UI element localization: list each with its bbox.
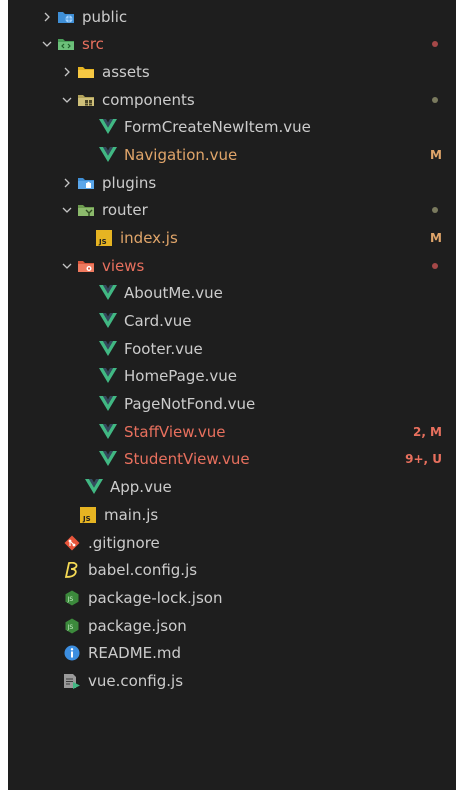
status-dot [432, 96, 438, 103]
tree-item-label: FormCreateNewItem.vue [124, 117, 311, 136]
vue-icon [98, 340, 118, 358]
tree-item-app-vue[interactable]: App.vue [8, 473, 456, 500]
tree-item-package-lock-json[interactable]: JS package-lock.json [8, 584, 456, 611]
folder-components-icon [76, 91, 96, 109]
chevron-down-icon[interactable] [58, 91, 76, 109]
tree-item-studentview-vue[interactable]: StudentView.vue 9+, U [8, 445, 456, 472]
tree-item-label: views [102, 256, 145, 275]
vue-icon [98, 367, 118, 385]
folder-router-icon [76, 201, 96, 219]
tree-item-label: plugins [102, 173, 157, 192]
tree-item-formcreatenewitem-vue[interactable]: FormCreateNewItem.vue [8, 113, 456, 140]
git-status-badge: 2, M [412, 424, 442, 439]
vue-icon [84, 478, 104, 496]
svg-text:JS: JS [67, 624, 74, 631]
node-icon: JS [62, 617, 82, 635]
tree-item-label: vue.config.js [88, 671, 184, 690]
babel-icon [62, 561, 82, 579]
tree-item-views[interactable]: views [8, 252, 456, 279]
tree-item-babel-config-js[interactable]: babel.config.js [8, 556, 456, 583]
tree-item-label: AboutMe.vue [124, 283, 223, 302]
node-icon: JS [62, 589, 82, 607]
vue-icon [98, 395, 118, 413]
vue-icon [98, 423, 118, 441]
tree-item-label: HomePage.vue [124, 366, 237, 385]
tree-item-package-json[interactable]: JS package.json [8, 612, 456, 639]
status-dot [432, 40, 438, 47]
git-icon [62, 534, 82, 552]
tree-item-label: index.js [120, 228, 178, 247]
tree-item-label: assets [102, 62, 150, 81]
tree-item-public[interactable]: public [8, 3, 456, 30]
tree-item-label: StudentView.vue [124, 449, 250, 468]
vue-icon [98, 312, 118, 330]
tree-item-staffview-vue[interactable]: StaffView.vue 2, M [8, 418, 456, 445]
git-status-badge: M [430, 230, 442, 245]
info-icon [62, 644, 82, 662]
chevron-down-icon[interactable] [38, 35, 56, 53]
vue-icon [98, 284, 118, 302]
chevron-right-icon[interactable] [38, 8, 56, 26]
svg-text:JS: JS [98, 238, 107, 246]
tree-item-footer-vue[interactable]: Footer.vue [8, 335, 456, 362]
folder-plugins-icon [76, 174, 96, 192]
tree-item-vue-config-js[interactable]: vue.config.js [8, 667, 456, 694]
tree-item-label: src [82, 34, 104, 53]
tree-item-label: public [82, 7, 128, 26]
tree-item-pagenotfond-vue[interactable]: PageNotFond.vue [8, 390, 456, 417]
config-file-icon [62, 672, 82, 690]
tree-item-src[interactable]: src [8, 30, 456, 57]
tree-item-plugins[interactable]: plugins [8, 169, 456, 196]
js-icon: JS [94, 229, 114, 247]
folder-views-icon [76, 257, 96, 275]
status-dot [432, 262, 438, 269]
git-status-badge: M [430, 147, 442, 162]
tree-item-label: main.js [104, 505, 159, 524]
tree-item-label: README.md [88, 643, 182, 662]
chevron-down-icon[interactable] [58, 201, 76, 219]
js-icon: JS [78, 506, 98, 524]
tree-item-label: Footer.vue [124, 339, 203, 358]
folder-public-icon [56, 8, 76, 26]
git-status-badge: 9+, U [405, 451, 442, 466]
tree-item-homepage-vue[interactable]: HomePage.vue [8, 362, 456, 389]
chevron-right-icon[interactable] [58, 63, 76, 81]
tree-item-label: router [102, 200, 148, 219]
vue-icon [98, 146, 118, 164]
tree-item-card-vue[interactable]: Card.vue [8, 307, 456, 334]
tree-item-gitignore[interactable]: .gitignore [8, 529, 456, 556]
vue-icon [98, 450, 118, 468]
tree-item-index-js[interactable]: JS index.js M [8, 224, 456, 251]
tree-item-label: .gitignore [88, 533, 160, 552]
folder-assets-icon [76, 63, 96, 81]
tree-item-label: babel.config.js [88, 560, 198, 579]
tree-item-label: Card.vue [124, 311, 192, 330]
tree-item-components[interactable]: components [8, 86, 456, 113]
tree-item-label: components [102, 90, 195, 109]
tree-item-label: PageNotFond.vue [124, 394, 256, 413]
tree-item-aboutme-vue[interactable]: AboutMe.vue [8, 279, 456, 306]
tree-item-label: App.vue [110, 477, 172, 496]
tree-item-main-js[interactable]: JS main.js [8, 501, 456, 528]
tree-item-label: package.json [88, 616, 187, 635]
svg-text:JS: JS [67, 596, 74, 603]
tree-item-readme-md[interactable]: README.md [8, 639, 456, 666]
chevron-right-icon[interactable] [58, 174, 76, 192]
chevron-down-icon[interactable] [58, 257, 76, 275]
vue-icon [98, 118, 118, 136]
tree-item-navigation-vue[interactable]: Navigation.vue M [8, 141, 456, 168]
folder-src-icon [56, 35, 76, 53]
status-dot [432, 206, 438, 213]
tree-item-label: package-lock.json [88, 588, 223, 607]
tree-item-label: Navigation.vue [124, 145, 238, 164]
tree-item-label: StaffView.vue [124, 422, 226, 441]
svg-text:JS: JS [82, 515, 91, 523]
tree-item-router[interactable]: router [8, 196, 456, 223]
tree-item-assets[interactable]: assets [8, 58, 456, 85]
file-explorer: public src assets components FormCreateN… [8, 0, 456, 790]
